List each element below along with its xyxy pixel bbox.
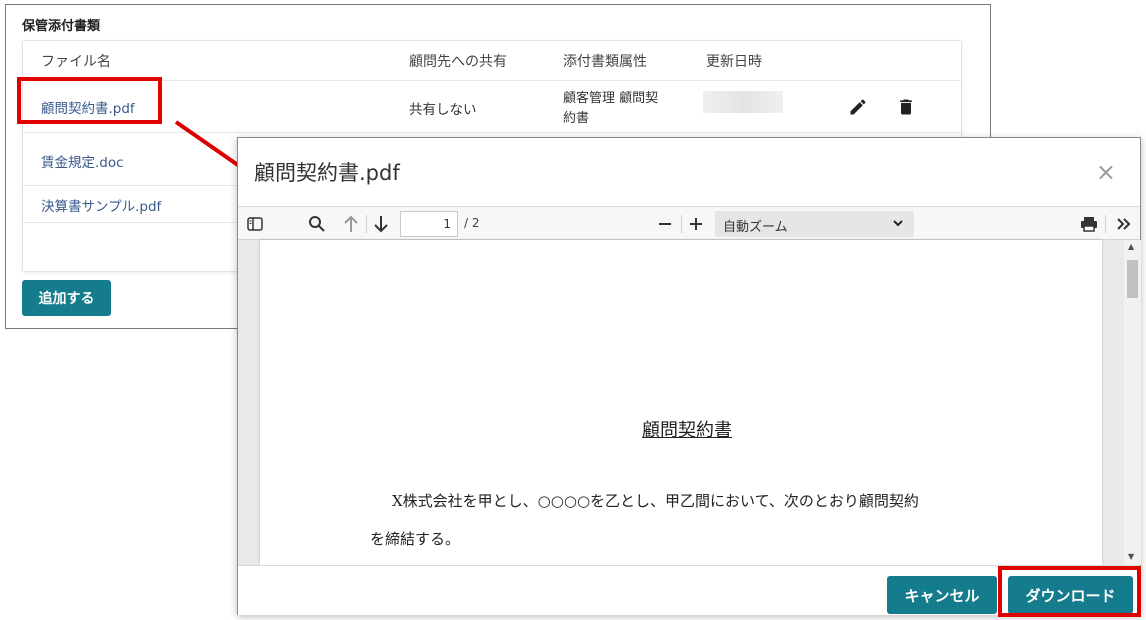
pdf-page: 顧問契約書 X株式会社を甲とし、○○○○を乙とし、甲乙間において、次のとおり顧問… <box>260 240 1102 565</box>
page-total: / 2 <box>464 216 480 230</box>
scrollbar[interactable]: ▲ ▼ <box>1124 240 1141 565</box>
search-icon[interactable] <box>306 207 328 241</box>
zoom-in-icon[interactable] <box>685 207 707 241</box>
page-number-input[interactable]: 1 <box>400 211 458 237</box>
separator <box>366 215 367 233</box>
pdf-preview-modal: 顧問契約書.pdf × 1 / 2 自動ズーム 顧問契約書 X株式会社を甲とし、… <box>237 137 1141 615</box>
more-tools-icon[interactable] <box>1113 207 1135 241</box>
document-title: 顧問契約書 <box>642 420 732 441</box>
scroll-down-icon[interactable]: ▼ <box>1128 552 1134 561</box>
sidebar-toggle-icon[interactable] <box>244 207 266 241</box>
zoom-select[interactable]: 自動ズーム <box>715 211 914 237</box>
modal-header: 顧問契約書.pdf × <box>238 138 1140 206</box>
zoom-out-icon[interactable] <box>654 207 676 241</box>
close-icon[interactable]: × <box>1096 158 1116 186</box>
scroll-up-icon[interactable]: ▲ <box>1128 242 1134 251</box>
document-line-2: を締結する。 <box>370 530 461 548</box>
pdf-viewer: 顧問契約書 X株式会社を甲とし、○○○○を乙とし、甲乙間において、次のとおり顧問… <box>238 240 1141 565</box>
chevron-down-icon <box>892 213 904 237</box>
modal-title: 顧問契約書.pdf <box>254 161 400 185</box>
arrow-down-icon[interactable] <box>370 207 392 241</box>
highlight-download-button <box>998 566 1141 617</box>
cancel-button[interactable]: キャンセル <box>887 576 997 614</box>
zoom-value: 自動ズーム <box>723 220 788 235</box>
print-icon[interactable] <box>1078 207 1100 241</box>
separator <box>1105 215 1106 233</box>
arrow-up-icon[interactable] <box>340 207 362 241</box>
separator <box>681 215 682 233</box>
pdf-toolbar: 1 / 2 自動ズーム <box>238 206 1140 240</box>
scroll-thumb[interactable] <box>1127 260 1138 298</box>
document-line-1: X株式会社を甲とし、○○○○を乙とし、甲乙間において、次のとおり顧問契約 <box>392 492 919 510</box>
